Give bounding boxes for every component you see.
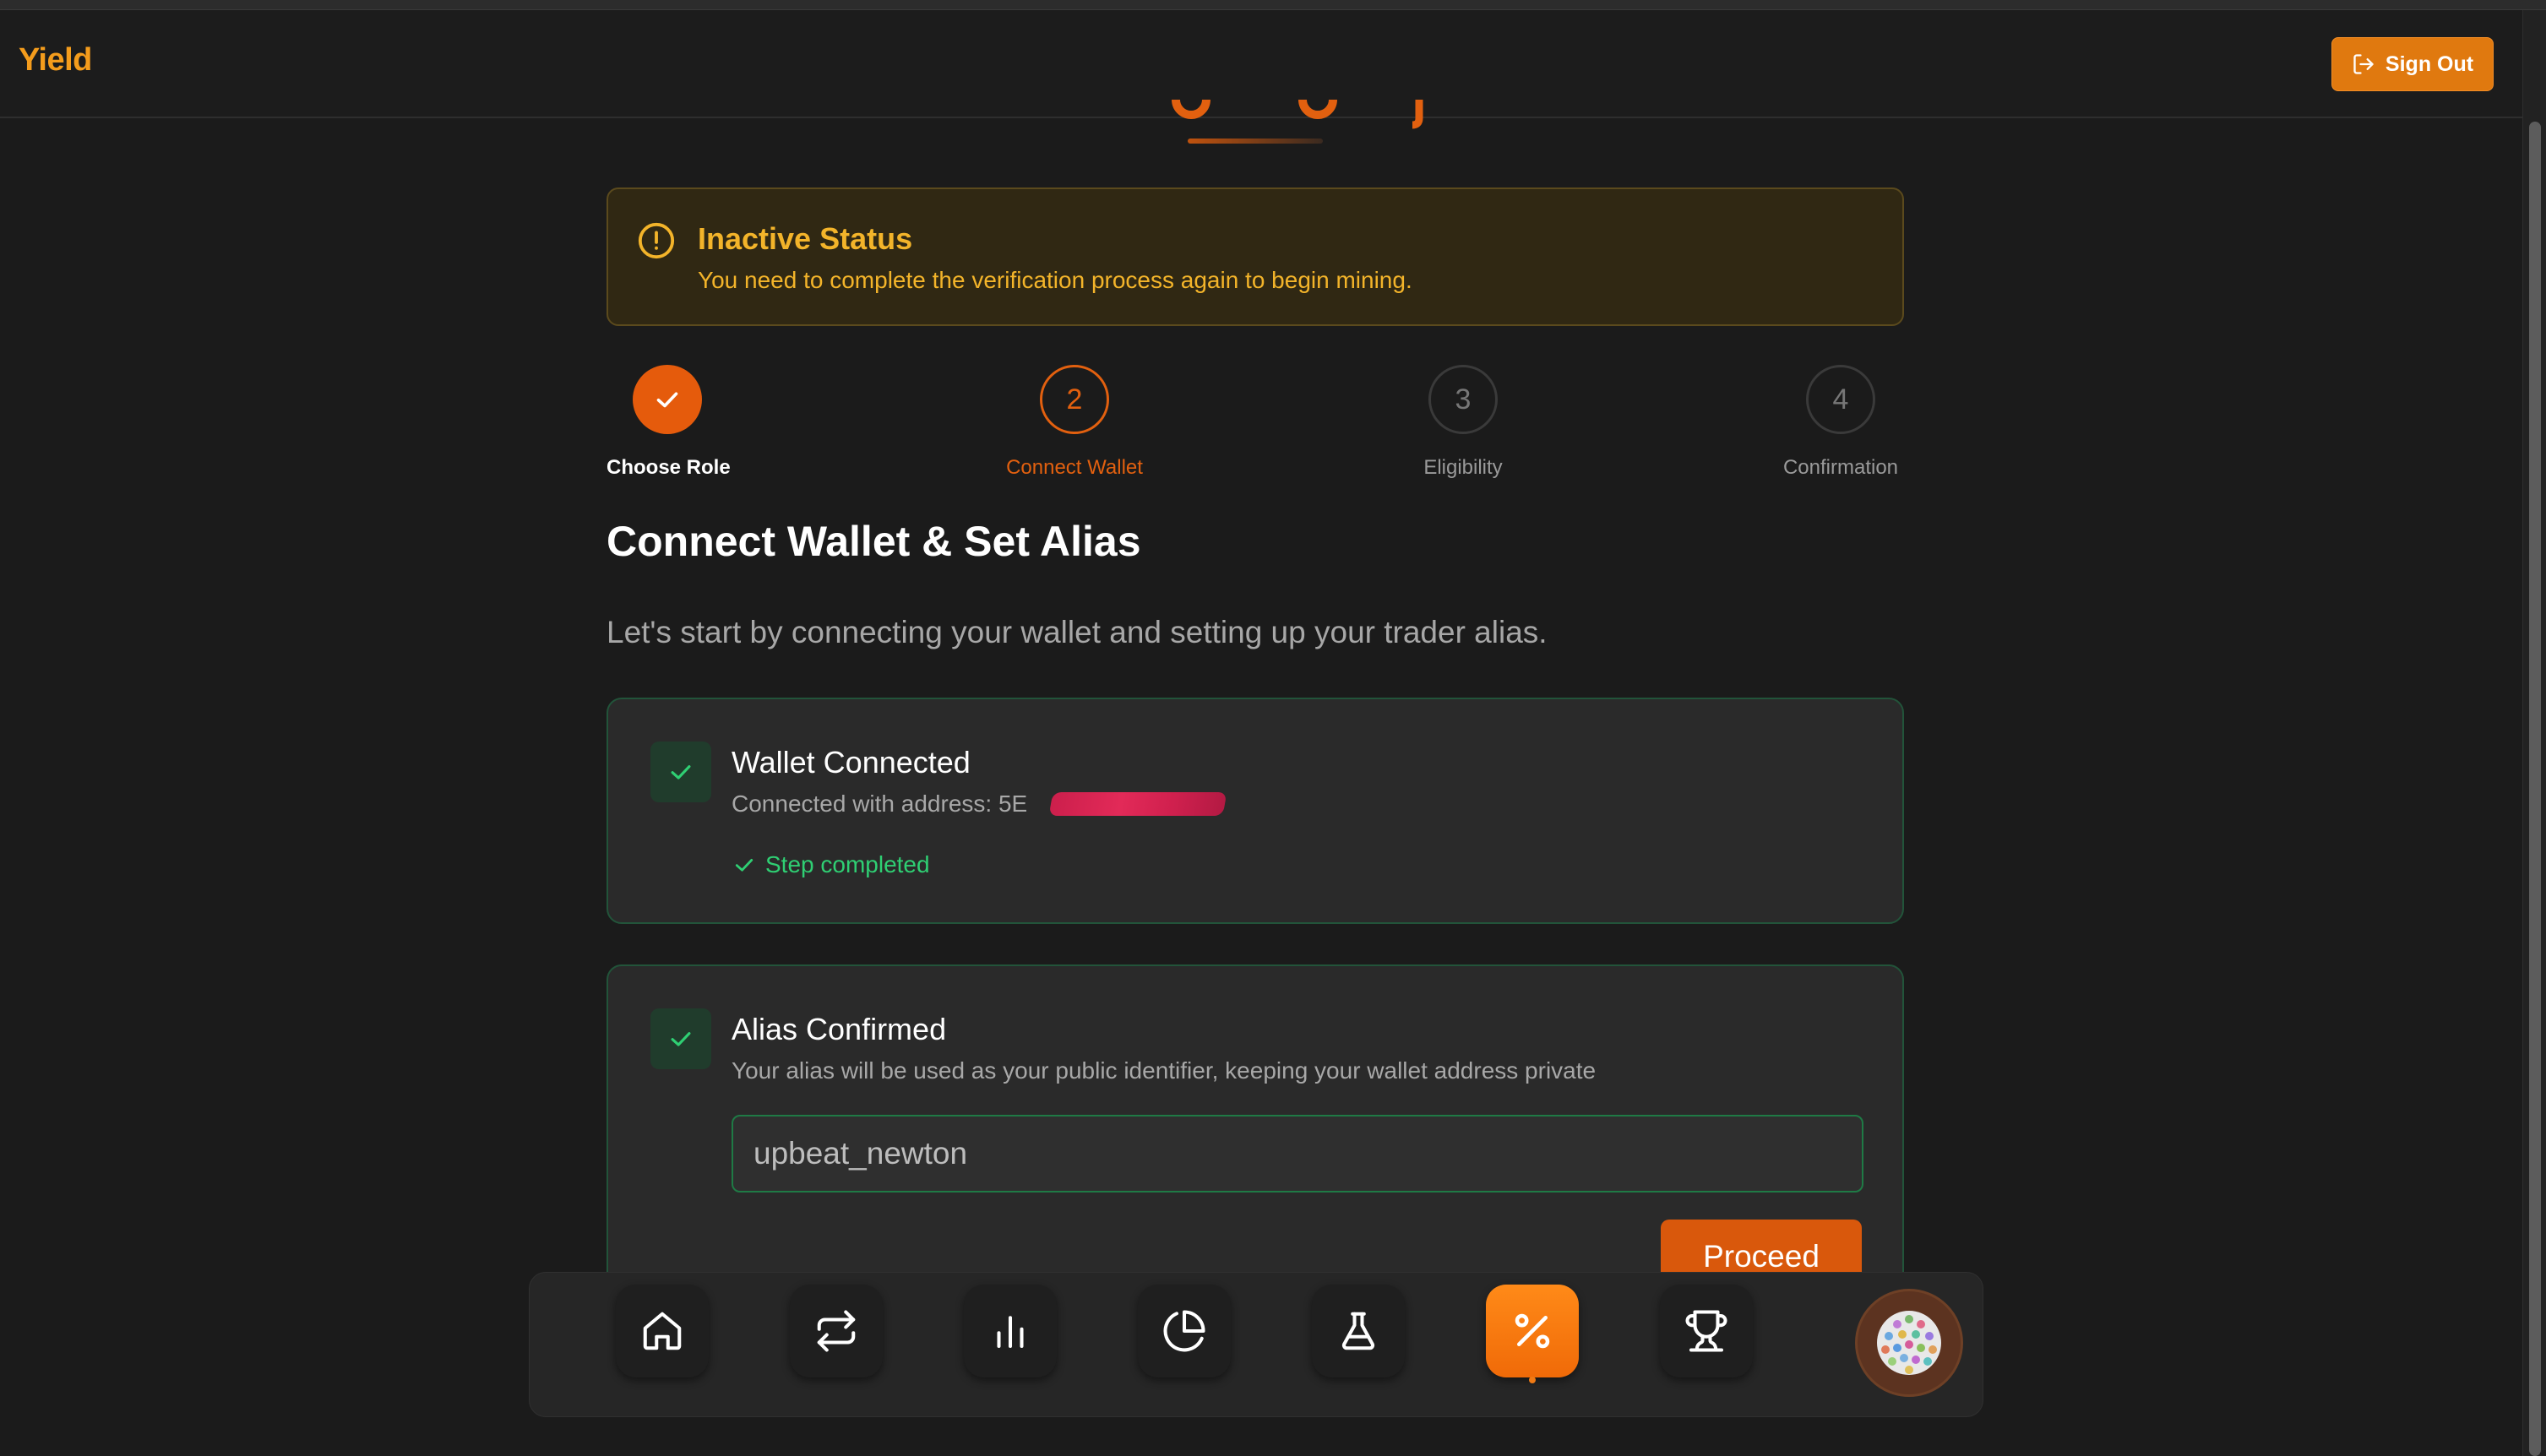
wallet-address-text: Connected with address: 5E bbox=[732, 790, 1028, 817]
step-confirmation[interactable]: 4 Confirmation bbox=[1776, 365, 1906, 480]
swap-icon bbox=[817, 1310, 856, 1352]
dock-portfolio-button[interactable] bbox=[1138, 1285, 1231, 1377]
step-completed-label: Step completed bbox=[765, 851, 930, 877]
step-label: Eligibility bbox=[1423, 456, 1503, 479]
alias-card-title: Alias Confirmed bbox=[732, 1012, 947, 1046]
user-avatar[interactable] bbox=[1855, 1289, 1963, 1397]
step-choose-role[interactable]: Choose Role bbox=[607, 365, 731, 480]
sign-out-label: Sign Out bbox=[2385, 52, 2474, 76]
inactive-status-alert: Inactive Status You need to complete the… bbox=[607, 187, 1904, 326]
brand-logo[interactable]: Yield bbox=[19, 42, 92, 79]
check-icon bbox=[671, 765, 691, 780]
bar-chart-icon bbox=[997, 1316, 1024, 1349]
page-subtitle: Let's start by connecting your wallet an… bbox=[607, 615, 1548, 649]
check-icon bbox=[671, 1032, 691, 1046]
step-circle: 3 bbox=[1428, 365, 1498, 434]
alert-title: Inactive Status bbox=[698, 221, 913, 256]
dock-home-button[interactable] bbox=[616, 1285, 709, 1377]
vertical-scrollbar[interactable] bbox=[2522, 10, 2546, 1456]
address-redaction bbox=[1048, 792, 1227, 816]
progress-underline bbox=[1188, 139, 1323, 144]
flask-icon bbox=[1341, 1312, 1375, 1350]
step-label: Connect Wallet bbox=[1006, 456, 1143, 479]
alias-card-description: Your alias will be used as your public i… bbox=[732, 1057, 1597, 1084]
scrollbar-thumb[interactable] bbox=[2529, 122, 2541, 1456]
wallet-check-badge bbox=[650, 742, 711, 802]
active-indicator-dot bbox=[1529, 1377, 1536, 1383]
alias-check-badge bbox=[650, 1008, 711, 1069]
step-circle: 4 bbox=[1806, 365, 1875, 434]
step-label: Choose Role bbox=[607, 456, 731, 479]
percent-icon bbox=[1515, 1313, 1550, 1349]
step-label: Confirmation bbox=[1782, 456, 1899, 479]
sign-out-icon bbox=[2353, 54, 2374, 74]
page-title: Connect Wallet & Set Alias bbox=[607, 518, 1141, 565]
alert-message: You need to complete the verification pr… bbox=[698, 267, 1412, 293]
header-illustration bbox=[1166, 100, 1487, 133]
wallet-card-title: Wallet Connected bbox=[732, 745, 971, 780]
pie-chart-icon bbox=[1163, 1310, 1205, 1352]
browser-top-strip bbox=[0, 0, 2546, 10]
step-circle: 2 bbox=[1040, 365, 1109, 434]
check-icon bbox=[656, 392, 678, 408]
trophy-icon bbox=[1685, 1310, 1727, 1352]
step-circle bbox=[633, 365, 702, 434]
sign-out-button[interactable]: Sign Out bbox=[2331, 37, 2494, 91]
home-icon bbox=[643, 1312, 682, 1350]
dock-rewards-button[interactable] bbox=[1486, 1285, 1579, 1377]
step-eligibility[interactable]: 3 Eligibility bbox=[1412, 365, 1514, 480]
dock-swap-button[interactable] bbox=[790, 1285, 883, 1377]
check-icon bbox=[735, 859, 753, 872]
step-connect-wallet[interactable]: 2 Connect Wallet bbox=[997, 365, 1152, 480]
page: Yield Sign Out Inactive Status You need … bbox=[0, 0, 2546, 1456]
dock-leaderboard-button[interactable] bbox=[1660, 1285, 1753, 1377]
dock-lab-button[interactable] bbox=[1312, 1285, 1405, 1377]
alias-input[interactable] bbox=[732, 1115, 1863, 1193]
dock-stats-button[interactable] bbox=[964, 1285, 1057, 1377]
avatar-image bbox=[1877, 1311, 1941, 1375]
bottom-dock bbox=[529, 1272, 1983, 1417]
step-completed-status: Step completed bbox=[732, 851, 930, 878]
wallet-connected-card: Wallet Connected Connected with address:… bbox=[607, 698, 1904, 924]
alert-circle-icon bbox=[638, 222, 675, 259]
